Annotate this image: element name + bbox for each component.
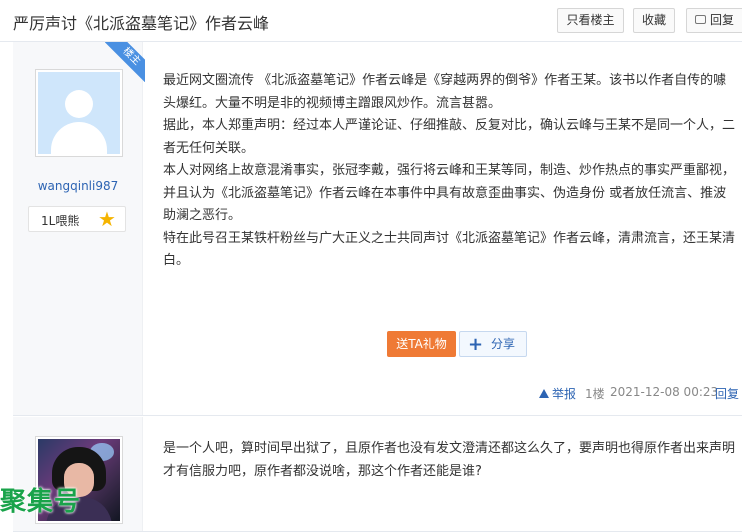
only-op-button[interactable]: 只看楼主 xyxy=(557,8,624,33)
report-link[interactable]: 举报 xyxy=(539,385,576,402)
author-panel: wangqinli987 1L喂熊 ★ xyxy=(13,42,143,415)
post-paragraph: 最近网文圈流传 《北派盗墓笔记》作者云峰是《穿越两界的倒爷》作者王某。该书以作者… xyxy=(163,73,727,111)
post-paragraph: 本人对网络上故意混淆事实，张冠李戴，强行将云峰和王某等同，制造、炒作热点的事实严… xyxy=(163,163,736,223)
post-reply-link[interactable]: 回复 xyxy=(715,385,739,402)
post-paragraph: 据此，本人郑重声明：经过本人严谨论证、仔细推敲、反复对比，确认云峰与王某不是同一… xyxy=(163,118,736,156)
star-icon: ★ xyxy=(98,207,116,231)
post-timestamp: 2021-12-08 00:23 xyxy=(610,385,719,399)
thread-header: 严厉声讨《北派盗墓笔记》作者云峰 只看楼主 收藏 回复 xyxy=(0,0,742,42)
send-gift-button[interactable]: 送TA礼物 xyxy=(387,331,456,357)
level-badge[interactable]: 1L喂熊 ★ xyxy=(28,206,126,232)
floor-number: 1楼 xyxy=(585,387,605,401)
comment-icon xyxy=(695,15,706,24)
report-label: 举报 xyxy=(552,387,577,401)
share-label: 分享 xyxy=(491,337,516,351)
share-button[interactable]: + 分享 xyxy=(459,331,527,357)
post-body: 最近网文圈流传 《北派盗墓笔记》作者云峰是《穿越两界的倒爷》作者王某。该书以作者… xyxy=(163,70,735,273)
post-body: 是一个人吧，算时间早出狱了，且原作者也没有发文澄清还都这么久了，要声明也得原作者… xyxy=(163,438,735,483)
post-paragraph: 是一个人吧，算时间早出狱了，且原作者也没有发文澄清还都这么久了，要声明也得原作者… xyxy=(163,441,736,479)
thread-title: 严厉声讨《北派盗墓笔记》作者云峰 xyxy=(13,14,270,33)
plus-icon: + xyxy=(468,334,484,355)
avatar[interactable] xyxy=(35,69,123,157)
reply-button-label: 回复 xyxy=(710,13,735,27)
username-link[interactable]: wangqinli987 xyxy=(13,179,143,193)
default-avatar-image xyxy=(38,72,120,154)
warning-icon xyxy=(539,389,549,398)
op-badge: 楼主 xyxy=(105,42,145,82)
watermark-logo: 聚集号 xyxy=(0,487,82,517)
post-1: wangqinli987 1L喂熊 ★ 楼主 最近网文圈流传 《北派盗墓笔记》作… xyxy=(13,42,742,416)
post-2: 是一个人吧，算时间早出狱了，且原作者也没有发文澄清还都这么久了，要声明也得原作者… xyxy=(13,417,742,532)
level-label: 1L喂熊 xyxy=(41,214,80,228)
post-paragraph: 特在此号召王某铁杆粉丝与广大正义之士共同声讨《北派盗墓笔记》作者云峰，清肃流言，… xyxy=(163,230,736,269)
op-badge-label: 楼主 xyxy=(105,42,145,82)
favorite-button[interactable]: 收藏 xyxy=(633,8,675,33)
reply-button[interactable]: 回复 xyxy=(686,8,742,33)
